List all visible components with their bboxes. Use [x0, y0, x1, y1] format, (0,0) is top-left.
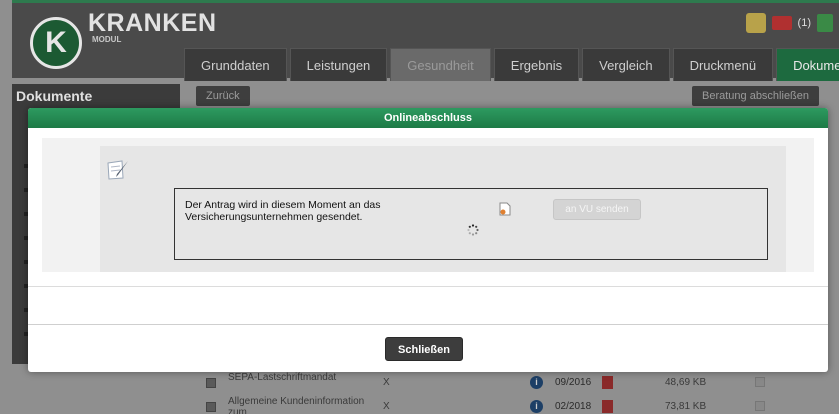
tab-dokumente[interactable]: Dokumente — [776, 48, 839, 81]
content-panel: Der Antrag wird in diesem Moment an das … — [100, 146, 786, 272]
note-edit-icon — [107, 160, 128, 180]
status-message-box: Der Antrag wird in diesem Moment an das … — [174, 188, 768, 260]
info-icon[interactable]: i — [530, 400, 543, 413]
top-icons: (1) — [745, 13, 833, 33]
logo-subtitle: MODUL — [92, 35, 122, 44]
tab-grunddaten[interactable]: Grunddaten — [184, 48, 287, 81]
top-bar: K KRANKEN MODUL (1) Grunddaten Leistunge… — [12, 0, 839, 81]
row-checkbox[interactable] — [206, 378, 216, 388]
tab-ergebnis[interactable]: Ergebnis — [493, 48, 580, 81]
select-checkbox[interactable] — [755, 377, 765, 387]
table-row: Allgemeine Kundeninformation zum X i 02/… — [190, 396, 810, 414]
divider — [28, 286, 828, 287]
document-size: 73,81 KB — [665, 401, 707, 412]
pdf-icon[interactable] — [602, 400, 613, 413]
logo-badge: K — [30, 17, 82, 69]
document-date: 02/2018 — [555, 401, 592, 412]
notification-count: (1) — [797, 17, 811, 29]
tab-leistungen[interactable]: Leistungen — [289, 48, 388, 81]
mail-icon[interactable] — [771, 16, 792, 30]
online-closing-dialog: Onlineabschluss Der Antrag wird in diese… — [28, 108, 828, 372]
required-mark: X — [383, 377, 390, 388]
info-icon[interactable]: i — [530, 376, 543, 389]
tab-vergleich[interactable]: Vergleich — [582, 48, 670, 81]
logo-text: KRANKEN — [88, 9, 217, 37]
tab-gesundheit[interactable]: Gesundheit — [390, 48, 491, 81]
tab-druckmenu[interactable]: Druckmenü — [672, 48, 774, 81]
document-date: 09/2016 — [555, 377, 592, 388]
close-button[interactable]: Schließen — [385, 337, 463, 361]
main-tabs: Grunddaten Leistungen Gesundheit Ergebni… — [184, 48, 839, 81]
logout-icon[interactable] — [817, 14, 833, 32]
select-checkbox[interactable] — [755, 401, 765, 411]
dialog-title: Onlineabschluss — [28, 108, 828, 128]
document-size: 48,69 KB — [665, 377, 707, 388]
row-checkbox[interactable] — [206, 402, 216, 412]
tools-icon[interactable] — [745, 13, 766, 33]
loading-spinner-icon — [467, 224, 479, 236]
divider — [28, 324, 828, 325]
finish-consultation-button[interactable]: Beratung abschließen — [692, 86, 820, 106]
sidebar-title: Dokumente — [16, 88, 93, 104]
send-to-insurer-button[interactable]: an VU senden — [553, 199, 641, 220]
document-name: SEPA-Lastschriftmandat — [228, 372, 337, 383]
dialog-content: Der Antrag wird in diesem Moment an das … — [42, 138, 814, 272]
document-name: Allgemeine Kundeninformation zum — [228, 396, 365, 414]
back-button[interactable]: Zurück — [196, 86, 250, 106]
pdf-icon[interactable] — [602, 376, 613, 389]
status-message: Der Antrag wird in diesem Moment an das … — [185, 199, 381, 223]
required-mark: X — [383, 401, 390, 412]
document-icon — [499, 202, 511, 216]
table-row: SEPA-Lastschriftmandat X i 09/2016 48,69… — [190, 372, 810, 394]
